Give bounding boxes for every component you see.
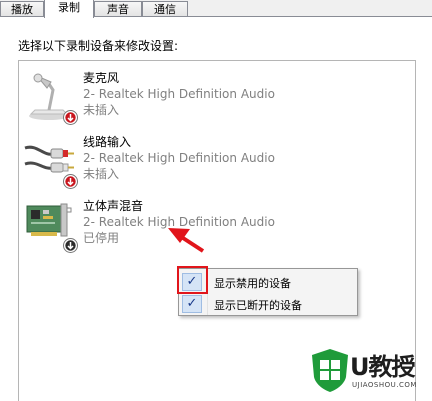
menu-item-label: 显示禁用的设备 — [214, 277, 291, 290]
tab-recording[interactable]: 录制 — [44, 0, 94, 18]
watermark-brand: U教授 — [350, 353, 415, 381]
annotation-arrow-icon — [168, 228, 205, 253]
checkmark-icon: ✓ — [182, 295, 202, 313]
watermark-logo: U教授 UJIAOSHOU.COM — [310, 345, 432, 401]
menu-item-label: 显示已断开的设备 — [214, 299, 302, 312]
shield-logo-icon — [312, 349, 348, 392]
annotation-highlight-box — [177, 266, 208, 294]
watermark-url: UJIAOSHOU.COM — [352, 381, 417, 389]
menu-item-show-disconnected-devices[interactable]: ✓ 显示已断开的设备 — [179, 293, 357, 315]
